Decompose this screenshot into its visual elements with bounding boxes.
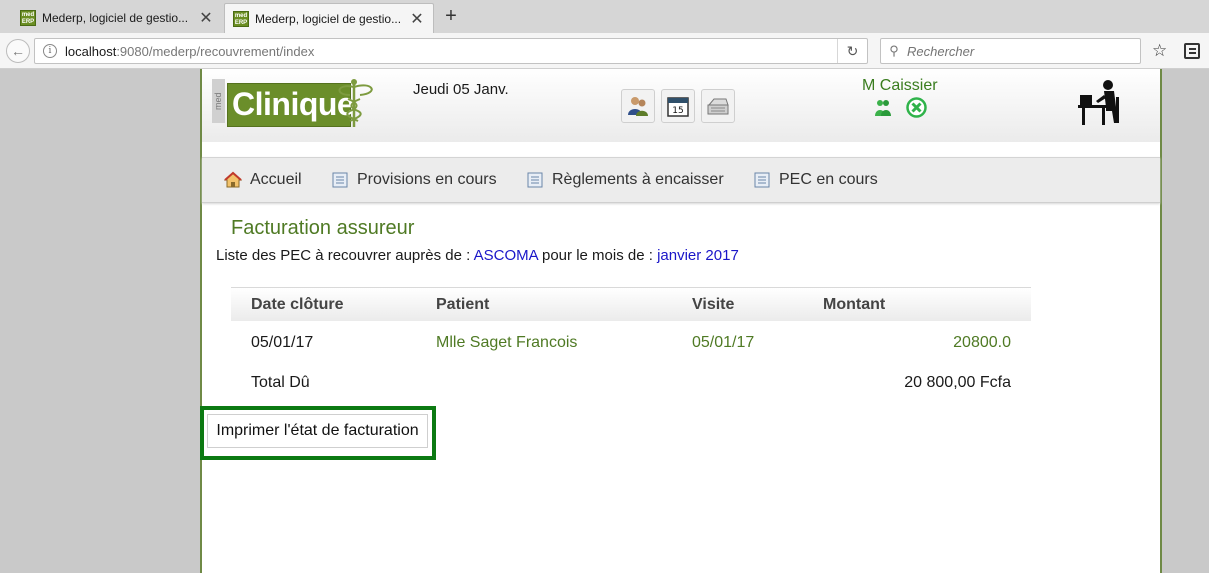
table-row: 05/01/17 Mlle Saget Francois 05/01/17 20… bbox=[231, 321, 1031, 361]
url-path: :9080/mederp/recouvrement/index bbox=[116, 43, 315, 59]
menu-item-reglements[interactable]: Règlements à encaisser bbox=[526, 171, 724, 189]
main-menu-bar: Accueil Provisions en cours Règlements à… bbox=[202, 157, 1160, 203]
document-icon bbox=[332, 172, 348, 188]
current-date: Jeudi 05 Janv. bbox=[413, 81, 509, 98]
cash-register-icon bbox=[707, 98, 729, 115]
document-icon bbox=[527, 172, 543, 188]
menu-item-pec[interactable]: PEC en cours bbox=[753, 171, 878, 189]
logo-med-label: med bbox=[212, 79, 225, 123]
subtitle-middle: pour le mois de : bbox=[542, 247, 653, 264]
patients-icon bbox=[628, 97, 648, 116]
table-header: Date clôture Patient Visite Montant bbox=[231, 287, 1031, 321]
browser-tab-active[interactable]: med ERP Mederp, logiciel de gestio... ✕ bbox=[224, 3, 434, 33]
calendar-icon: 15 bbox=[667, 97, 689, 117]
reload-icon[interactable]: ↻ bbox=[837, 39, 867, 63]
mederp-favicon-icon: med ERP bbox=[233, 10, 249, 27]
close-tab-icon[interactable]: ✕ bbox=[198, 8, 214, 28]
menu-item-accueil[interactable]: Accueil bbox=[224, 171, 302, 189]
user-name: M Caissier bbox=[862, 77, 938, 94]
cashier-desk-icon bbox=[1078, 80, 1119, 125]
back-arrow-icon[interactable]: ← bbox=[6, 39, 30, 63]
cell-patient: Mlle Saget Francois bbox=[436, 334, 578, 351]
caduceus-icon bbox=[338, 79, 373, 127]
page-title: Facturation assureur bbox=[231, 217, 415, 239]
browser-search-box[interactable]: ⚲ bbox=[880, 38, 1141, 64]
tab-title: Mederp, logiciel de gestio... bbox=[42, 11, 189, 25]
patients-button[interactable] bbox=[621, 89, 655, 123]
document-icon bbox=[754, 172, 770, 188]
search-input[interactable] bbox=[907, 43, 1127, 59]
cell-visite: 05/01/17 bbox=[692, 334, 755, 351]
subtitle-prefix: Liste des PEC à recouvrer auprès de : bbox=[216, 247, 471, 264]
menu-label: Règlements à encaisser bbox=[552, 171, 724, 188]
user-profile-icon[interactable] bbox=[874, 99, 892, 117]
search-icon: ⚲ bbox=[889, 43, 899, 58]
app-page: med Clinique Jeudi 05 Janv. 15 M Caissie… bbox=[200, 69, 1162, 573]
tab-title: Mederp, logiciel de gestio... bbox=[255, 11, 402, 26]
column-header-montant: Montant bbox=[823, 296, 886, 313]
print-button-highlight: Imprimer l'état de facturation bbox=[200, 406, 436, 460]
svg-text:15: 15 bbox=[672, 106, 683, 116]
new-tab-plus-icon[interactable]: + bbox=[440, 5, 462, 28]
app-header: med Clinique Jeudi 05 Janv. 15 M Caissie… bbox=[202, 69, 1160, 142]
pec-table: Date clôture Patient Visite Montant 05/0… bbox=[231, 287, 1031, 401]
print-billing-button[interactable]: Imprimer l'état de facturation bbox=[207, 414, 428, 448]
total-label: Total Dû bbox=[251, 374, 310, 391]
reader-view-icon[interactable] bbox=[1184, 43, 1200, 59]
clinique-logo[interactable]: med Clinique bbox=[212, 77, 382, 129]
billing-month: janvier 2017 bbox=[657, 247, 739, 264]
logout-close-icon[interactable] bbox=[906, 97, 927, 118]
cell-montant: 20800.0 bbox=[953, 334, 1011, 351]
info-icon[interactable]: i bbox=[43, 44, 57, 58]
menu-label: Accueil bbox=[250, 171, 302, 188]
column-header-visite: Visite bbox=[692, 296, 735, 313]
home-icon bbox=[224, 171, 242, 188]
browser-nav-bar: ← i localhost:9080/mederp/recouvrement/i… bbox=[0, 33, 1209, 69]
url-host: localhost bbox=[65, 43, 117, 59]
total-row: Total Dû 20 800,00 Fcfa bbox=[231, 361, 1031, 401]
column-header-patient: Patient bbox=[436, 296, 490, 313]
column-header-date: Date clôture bbox=[251, 296, 344, 313]
page-subtitle: Liste des PEC à recouvrer auprès de : AS… bbox=[216, 247, 739, 264]
close-tab-icon[interactable]: ✕ bbox=[409, 9, 425, 29]
menu-label: Provisions en cours bbox=[357, 171, 497, 188]
menu-item-provisions[interactable]: Provisions en cours bbox=[331, 171, 497, 189]
browser-tab-bar: med ERP Mederp, logiciel de gestio... ✕ m… bbox=[0, 0, 1209, 33]
calendar-button[interactable]: 15 bbox=[661, 89, 695, 123]
address-bar[interactable]: i localhost:9080/mederp/recouvrement/ind… bbox=[34, 38, 868, 64]
mederp-favicon-icon: med ERP bbox=[20, 10, 36, 26]
menu-label: PEC en cours bbox=[779, 171, 878, 188]
cash-register-button[interactable] bbox=[701, 89, 735, 123]
total-value: 20 800,00 Fcfa bbox=[904, 374, 1011, 391]
insurer-name: ASCOMA bbox=[473, 247, 538, 264]
cell-date: 05/01/17 bbox=[251, 334, 314, 351]
browser-tab[interactable]: med ERP Mederp, logiciel de gestio... ✕ bbox=[0, 3, 222, 33]
bookmark-star-icon[interactable]: ☆ bbox=[1152, 41, 1167, 61]
